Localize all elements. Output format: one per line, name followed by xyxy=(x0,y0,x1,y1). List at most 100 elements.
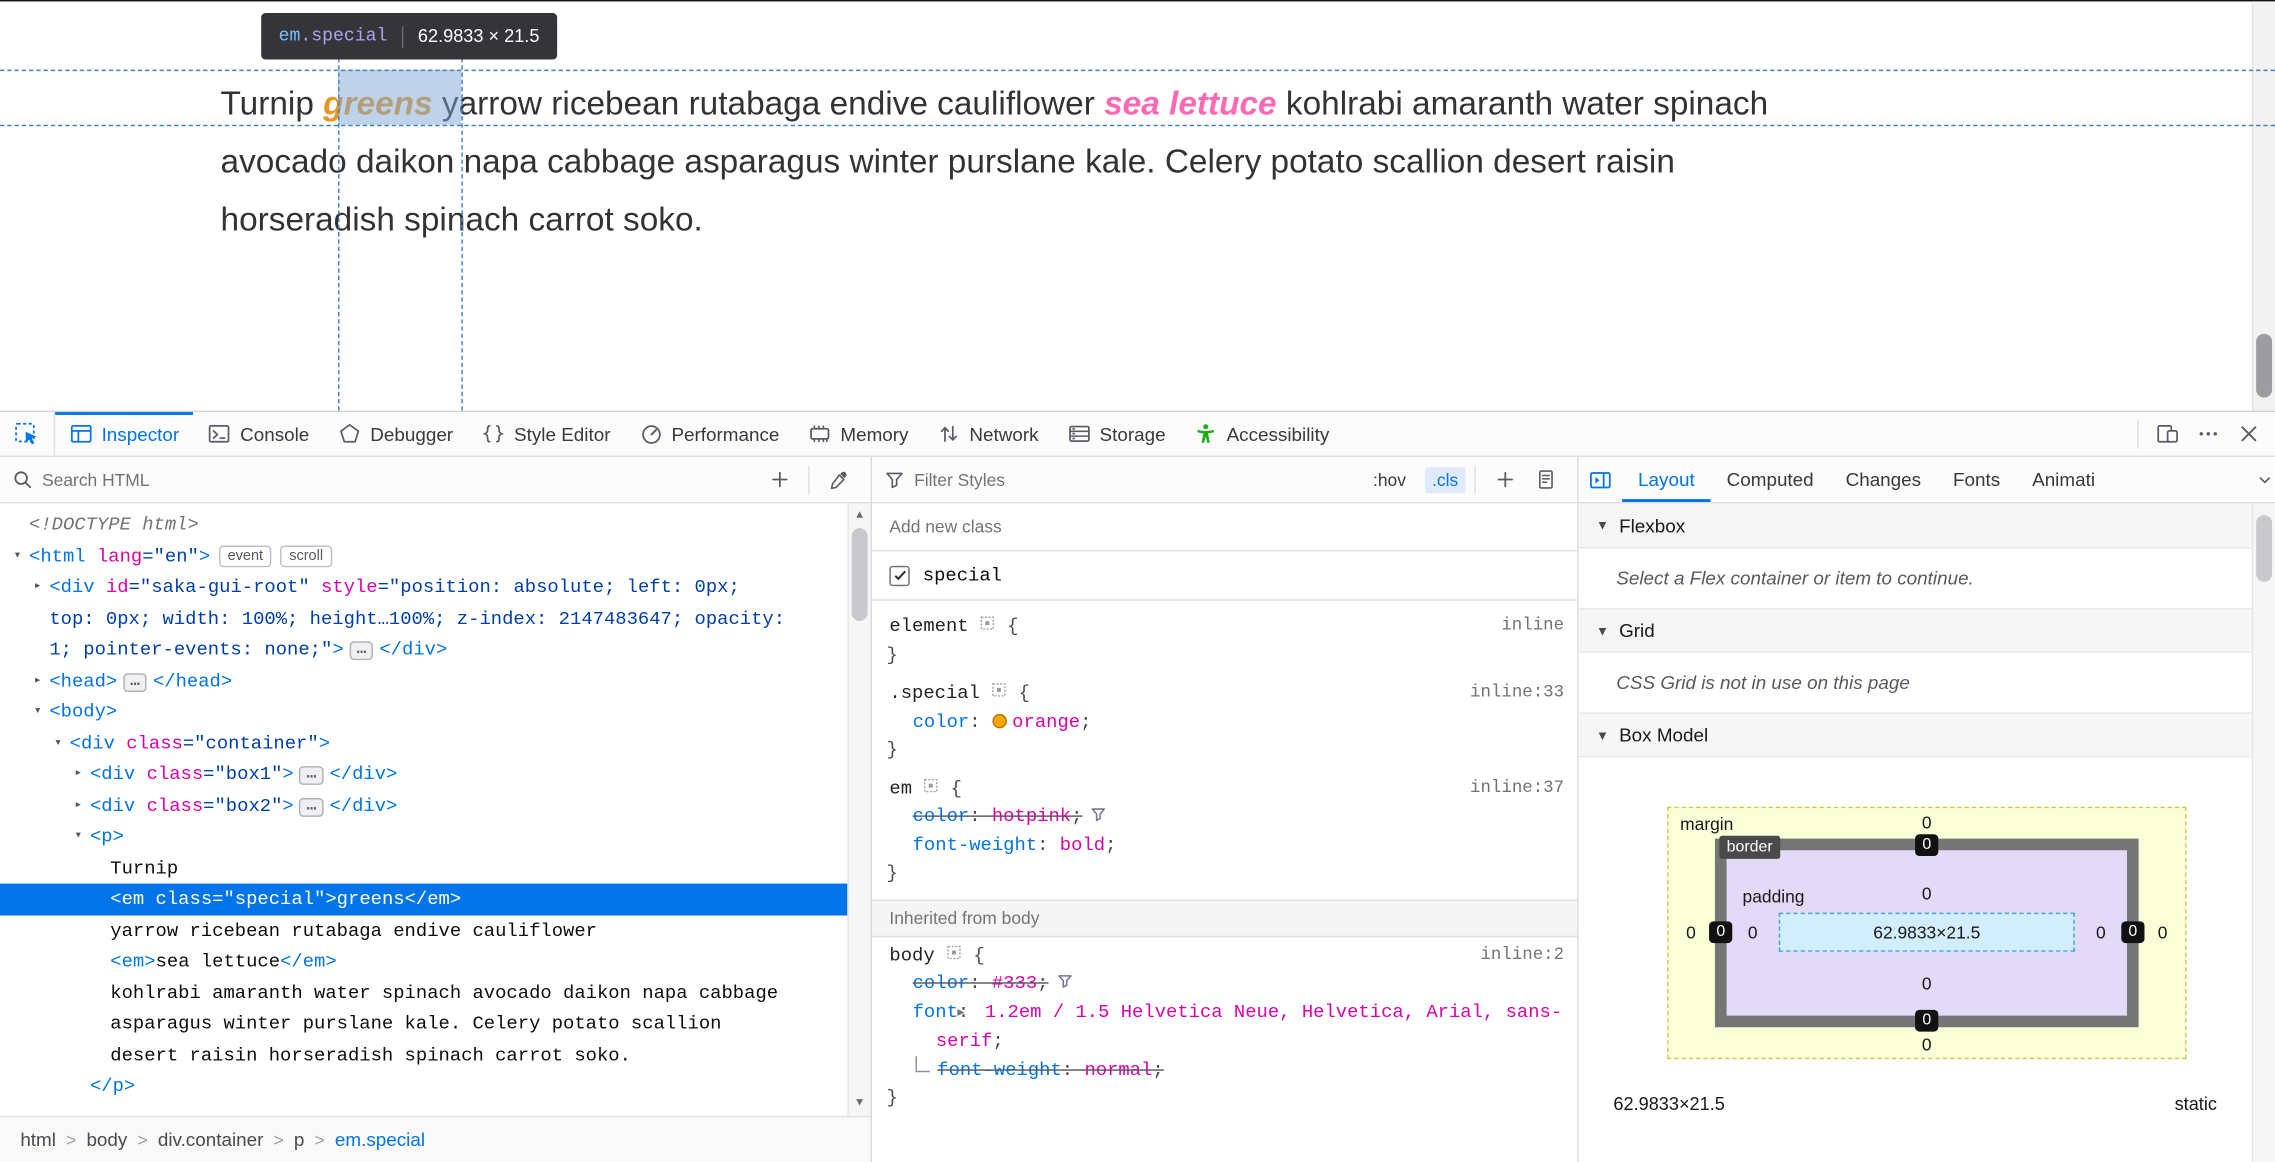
selector-highlighter-icon[interactable] xyxy=(923,777,939,793)
css-declaration[interactable]: color: hotpink; xyxy=(872,802,1577,830)
class-panel-button[interactable]: .cls xyxy=(1424,466,1466,493)
margin-top-value[interactable]: 0 xyxy=(1667,813,2186,833)
overridden-filter-icon[interactable] xyxy=(1056,972,1073,989)
padding-left-value[interactable]: 0 xyxy=(1727,923,1779,943)
markup-line-selected[interactable]: <em class="special">greens</em> xyxy=(0,883,849,915)
event-badge[interactable]: event xyxy=(218,544,272,567)
color-swatch[interactable] xyxy=(991,713,1007,728)
margin-right-value[interactable]: 0 xyxy=(2139,923,2187,943)
add-node-button[interactable] xyxy=(759,461,800,499)
css-declaration[interactable]: font-weight: bold; xyxy=(872,831,1577,859)
markup-line[interactable]: asparagus winter purslane kale. Celery p… xyxy=(0,1008,849,1039)
selector-highlighter-icon[interactable] xyxy=(980,615,996,631)
breadcrumb-item-em-special[interactable]: em.special xyxy=(335,1129,425,1151)
page-scrollbar-thumb[interactable] xyxy=(2256,333,2273,398)
rule-source-link[interactable]: inline xyxy=(1501,612,1564,640)
border-top-value[interactable]: 0 xyxy=(1915,834,1939,857)
css-declaration[interactable]: font-weight: normal; xyxy=(872,1055,1577,1084)
selector-highlighter-icon[interactable] xyxy=(946,944,962,960)
collapse-twisty-icon[interactable]: ▾ xyxy=(29,696,46,727)
markup-tree[interactable]: <!DOCTYPE html> ▾ <html lang="en"> event scr… xyxy=(0,503,871,1116)
scroll-badge[interactable]: scroll xyxy=(280,544,332,567)
markup-line[interactable]: top: 0px; width: 100%; height…100%; z-in… xyxy=(0,603,849,634)
css-declaration[interactable]: color: orange; xyxy=(872,707,1577,735)
three-pane-toggle-button[interactable] xyxy=(1579,457,1623,502)
expand-twisty-icon[interactable]: ▸ xyxy=(29,665,46,696)
eyedropper-button[interactable] xyxy=(818,461,859,499)
margin-left-value[interactable]: 0 xyxy=(1667,923,1715,943)
devtools-menu-button[interactable] xyxy=(2188,415,2229,453)
print-media-button[interactable] xyxy=(1525,461,1566,499)
expand-twisty-icon[interactable]: ▸ xyxy=(29,572,46,603)
padding-right-value[interactable]: 0 xyxy=(2075,923,2127,943)
pick-element-button[interactable] xyxy=(0,412,56,456)
add-class-input[interactable]: Add new class xyxy=(871,503,1578,552)
rule-selector[interactable]: element xyxy=(889,615,968,637)
devtools-tab-console[interactable]: Console xyxy=(194,412,324,456)
border-right-value[interactable]: 0 xyxy=(2121,921,2145,944)
markup-line[interactable]: desert raisin horseradish spinach carrot… xyxy=(0,1040,849,1071)
rule-selector[interactable]: .special xyxy=(889,682,980,704)
markup-line[interactable]: </p> xyxy=(0,1071,849,1102)
devtools-tab-network[interactable]: Network xyxy=(923,412,1053,456)
breadcrumb-item-p[interactable]: p xyxy=(294,1129,304,1151)
markup-line[interactable]: <!DOCTYPE html> xyxy=(0,509,849,540)
collapsed-content-badge[interactable]: … xyxy=(123,672,148,692)
filter-styles-input[interactable]: Filter Styles xyxy=(914,469,1005,489)
breadcrumb-item-body[interactable]: body xyxy=(86,1129,127,1151)
markup-line[interactable]: ▸ <head>… </head> xyxy=(0,665,849,696)
markup-line[interactable]: ▸ <div class="box1"> … </div> xyxy=(0,759,849,790)
markup-line[interactable]: ▾ <body> xyxy=(0,696,849,727)
rule-source-link[interactable]: inline:37 xyxy=(1470,774,1564,802)
collapsed-content-badge[interactable]: … xyxy=(349,641,374,661)
layout-scrollbar[interactable] xyxy=(2251,503,2275,1162)
flexbox-section-header[interactable]: ▼ Flexbox xyxy=(1578,503,2275,549)
sidebar-tab-computed[interactable]: Computed xyxy=(1711,457,1830,502)
markup-scrollbar-thumb[interactable] xyxy=(851,528,868,621)
sidebar-tab-animati[interactable]: Animati xyxy=(2016,457,2111,502)
sidebar-tab-changes[interactable]: Changes xyxy=(1830,457,1937,502)
all-tabs-menu-button[interactable] xyxy=(2256,457,2273,502)
collapsed-content-badge[interactable]: … xyxy=(299,766,324,785)
sidebar-tab-layout[interactable]: Layout xyxy=(1622,457,1711,503)
markup-line[interactable]: kohlrabi amaranth water spinach avocado … xyxy=(0,977,849,1008)
devtools-tab-debugger[interactable]: Debugger xyxy=(324,412,468,456)
markup-line[interactable]: ▸ <div class="box2">… </div> xyxy=(0,790,849,821)
rule-source-link[interactable]: inline:2 xyxy=(1480,941,1564,969)
border-bottom-value[interactable]: 0 xyxy=(1915,1009,1939,1032)
layout-scrollbar-thumb[interactable] xyxy=(2256,515,2273,582)
css-declaration[interactable]: color: #333; xyxy=(872,969,1577,997)
expand-twisty-icon[interactable]: ▸ xyxy=(70,759,87,790)
markup-line[interactable]: ▾ <p> xyxy=(0,821,849,852)
collapse-twisty-icon[interactable]: ▾ xyxy=(70,821,87,852)
search-html-input[interactable]: Search HTML xyxy=(42,469,149,489)
box-model-content-box[interactable]: 62.9833×21.5 xyxy=(1778,912,2075,952)
margin-bottom-value[interactable]: 0 xyxy=(1667,1034,2186,1054)
markup-line[interactable]: 1; pointer-events: none;">… </div> xyxy=(0,634,849,665)
devtools-tab-storage[interactable]: Storage xyxy=(1053,412,1180,456)
page-scrollbar[interactable] xyxy=(2251,2,2275,411)
overridden-filter-icon[interactable] xyxy=(1090,805,1107,822)
css-declaration[interactable]: font: ▶ 1.2em / 1.5 Helvetica Neue, Helve… xyxy=(872,997,1577,1055)
markup-line[interactable]: ▾ <html lang="en"> event scroll xyxy=(0,540,849,571)
close-devtools-button[interactable] xyxy=(2229,415,2270,453)
class-checkbox[interactable] xyxy=(889,565,910,586)
grid-section-header[interactable]: ▼ Grid xyxy=(1578,607,2275,653)
markup-line[interactable]: ▸ <div id="saka-gui-root" style="position… xyxy=(0,572,849,603)
selector-highlighter-icon[interactable] xyxy=(991,682,1007,698)
scroll-up-icon[interactable]: ▲ xyxy=(849,505,871,527)
markup-line[interactable]: yarrow ricebean rutabaga endive cauliflo… xyxy=(0,915,849,946)
breadcrumb-item-div-container[interactable]: div.container xyxy=(158,1129,264,1151)
rule-selector[interactable]: body xyxy=(889,944,934,966)
devtools-tab-performance[interactable]: Performance xyxy=(625,412,794,456)
rule-source-link[interactable]: inline:33 xyxy=(1470,679,1564,707)
devtools-tab-style-editor[interactable]: Style Editor xyxy=(468,412,625,456)
padding-top-value[interactable]: 0 xyxy=(1667,884,2186,904)
markup-scrollbar[interactable]: ▲ ▼ xyxy=(847,503,871,1116)
devtools-tab-accessibility[interactable]: Accessibility xyxy=(1180,412,1344,456)
border-left-value[interactable]: 0 xyxy=(1709,921,1733,944)
markup-line[interactable]: Turnip xyxy=(0,852,849,883)
collapse-twisty-icon[interactable]: ▾ xyxy=(49,728,66,759)
rule-selector[interactable]: em xyxy=(889,777,912,799)
collapse-twisty-icon[interactable]: ▾ xyxy=(9,540,26,571)
